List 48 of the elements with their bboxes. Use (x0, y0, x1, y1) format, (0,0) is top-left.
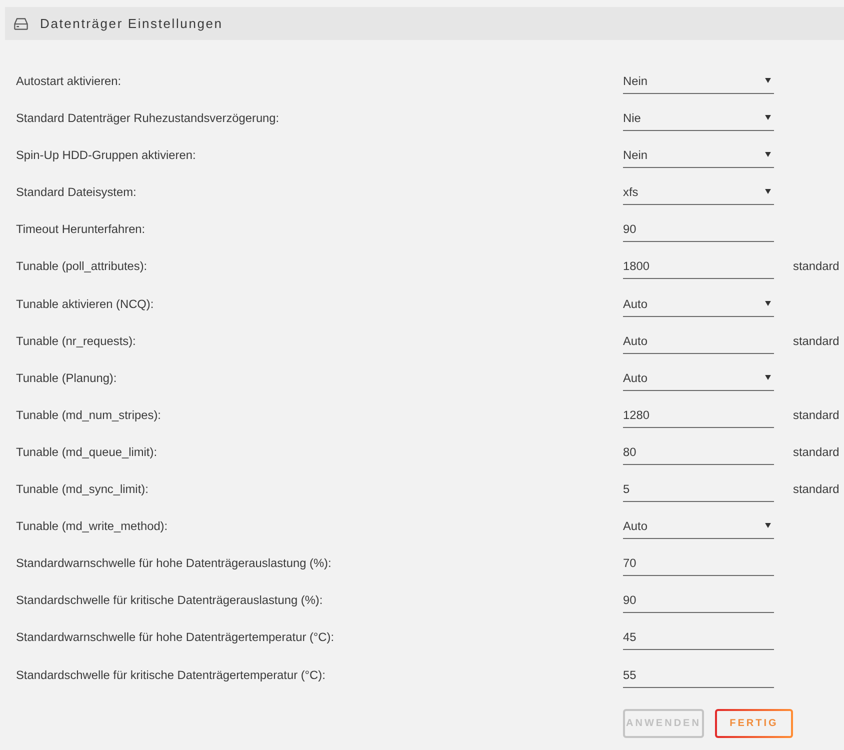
input-field[interactable]: 55 (623, 662, 774, 688)
default-note: standard (793, 481, 840, 496)
input-field[interactable]: 45 (623, 624, 774, 650)
default-note: standard (793, 406, 840, 422)
field-label: Spin-Up HDD-Gruppen aktivieren: (16, 147, 197, 162)
field-label: Tunable (md_queue_limit): (16, 444, 158, 459)
input-field[interactable]: 70 (623, 550, 774, 576)
dropdown[interactable]: Nein (623, 68, 774, 94)
caret-icon (765, 152, 771, 158)
field-label: Standard Datenträger Ruhezustandsverzögerung: (16, 110, 280, 126)
input-field[interactable]: Auto (623, 328, 774, 354)
dropdown[interactable]: Nein (623, 142, 774, 168)
field-label: Tunable (md_num_stripes): (16, 406, 162, 422)
field-label: Tunable (poll_attributes): (16, 258, 148, 274)
field-label: Standard Dateisystem: (16, 184, 138, 200)
panel-title: Datenträger Einstellungen (40, 16, 223, 31)
field-label: Tunable (Planung): (16, 370, 118, 385)
field-label: Standardschwelle für kritische Datenträgertemperatur (°C): (16, 666, 326, 682)
field-label: Timeout Herunterfahren: (16, 221, 146, 236)
dropdown[interactable]: Nie (623, 105, 774, 132)
input-field[interactable]: 90 (623, 216, 774, 242)
field-label: Tunable (md_sync_limit): (16, 481, 150, 496)
field-label: Standardwarnschwelle für hohe Datenträgertemperatur (°C): (16, 629, 336, 644)
input-field[interactable]: 1800 (623, 253, 774, 280)
caret-icon (765, 523, 771, 528)
caret-icon (765, 78, 771, 83)
dropdown[interactable]: xfs (623, 179, 774, 206)
default-note: standard (793, 258, 840, 274)
field-label: Tunable (md_write_method): (16, 518, 169, 534)
dropdown[interactable]: Auto (623, 513, 774, 540)
dropdown[interactable]: Auto (623, 364, 774, 391)
caret-icon (765, 115, 771, 120)
dropdown[interactable]: Auto (623, 290, 774, 317)
input-field[interactable]: 80 (623, 438, 774, 465)
caret-icon (765, 374, 771, 380)
input-field[interactable]: 90 (623, 587, 774, 614)
default-note: standard (793, 332, 840, 348)
default-note: standard (793, 444, 840, 459)
caret-icon (765, 300, 771, 306)
field-label: Standardschwelle für kritische Datenträgerauslastung (%): (16, 592, 324, 608)
field-label: Tunable aktivieren (NCQ): (16, 296, 155, 311)
hard-drive-icon (14, 18, 28, 30)
field-label: Standardwarnschwelle für hohe Datenträgerauslastung (%): (16, 555, 332, 570)
input-field[interactable]: 1280 (623, 402, 774, 428)
field-label: Tunable (nr_requests): (16, 332, 137, 348)
caret-icon (765, 189, 771, 194)
input-field[interactable]: 5 (623, 476, 774, 502)
field-label: Autostart aktivieren: (16, 73, 122, 88)
